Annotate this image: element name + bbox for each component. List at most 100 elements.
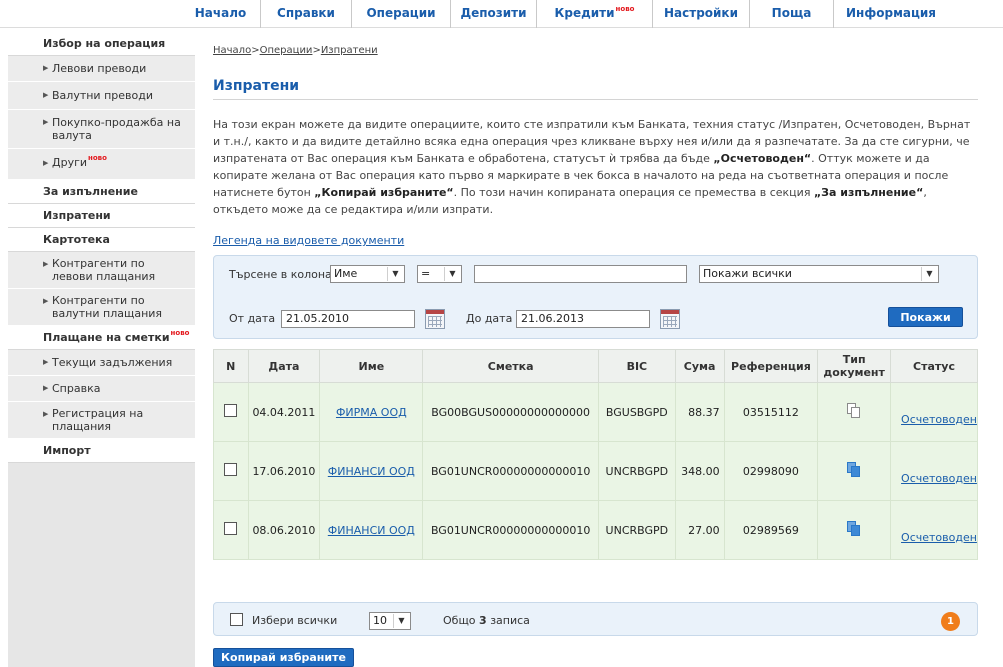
- row-account: BG01UNCR00000000000010: [422, 441, 599, 501]
- row-date: 04.04.2011: [247, 382, 321, 442]
- from-date-label: От дата: [229, 312, 276, 325]
- from-date-input[interactable]: 21.05.2010: [281, 310, 415, 328]
- row-account: BG00BGUS00000000000000: [422, 382, 599, 442]
- sidebar-item-for-execution[interactable]: За изпълнение: [8, 180, 195, 204]
- sidebar-item-currency-contractors[interactable]: ▶ Контрагенти по валутни плащания: [8, 289, 195, 326]
- operator-select[interactable]: = ▼: [417, 265, 462, 283]
- row-amount: 348.00: [674, 441, 725, 501]
- sidebar-item-buy-sell-currency[interactable]: ▶ Покупко-продажба на валута: [8, 110, 195, 149]
- breadcrumb-operations[interactable]: Операции: [260, 45, 313, 56]
- to-date-label: До дата: [466, 312, 513, 325]
- nav-home[interactable]: Начало: [181, 0, 261, 28]
- sidebar-item-bgn-transfers[interactable]: ▶ Левови преводи: [8, 56, 195, 82]
- sidebar-item-other[interactable]: ▶ Другиново: [8, 149, 195, 180]
- sidebar-item-report[interactable]: ▶ Справка: [8, 376, 195, 402]
- row-name-link[interactable]: ФИНАНСИ ООД: [328, 465, 415, 478]
- row-status-link[interactable]: Осчетоводен: [901, 531, 977, 544]
- chevron-down-icon: ▼: [444, 267, 460, 281]
- table-row[interactable]: 04.04.2011 ФИРМА ООД BG00BGUS00000000000…: [213, 382, 978, 442]
- table-row[interactable]: 08.06.2010 ФИНАНСИ ООД BG01UNCR000000000…: [213, 500, 978, 560]
- sidebar-item-currency-transfers[interactable]: ▶ Валутни преводи: [8, 82, 195, 110]
- filter-panel: Търсене в колона Име ▼ = ▼ Покажи всички ▼ …: [213, 255, 978, 339]
- select-all-label: Избери всички: [252, 614, 338, 627]
- nav-information[interactable]: Информация: [834, 0, 948, 28]
- column-header-document-type[interactable]: Тип документ: [817, 349, 892, 383]
- breadcrumb: Начало>Операции>Изпратени: [213, 45, 378, 56]
- row-checkbox[interactable]: [224, 463, 238, 476]
- row-reference: 03515112: [723, 382, 819, 442]
- nav-credits[interactable]: Кредитиново: [537, 0, 653, 28]
- table-row[interactable]: 17.06.2010 ФИНАНСИ ООД BG01UNCR000000000…: [213, 441, 978, 501]
- column-header-n[interactable]: N: [213, 349, 249, 383]
- row-reference: 02998090: [723, 441, 819, 501]
- breadcrumb-home[interactable]: Начало: [213, 45, 251, 56]
- new-badge: ново: [170, 329, 190, 337]
- column-header-date[interactable]: Дата: [247, 349, 321, 383]
- calendar-icon[interactable]: [660, 309, 680, 329]
- search-input[interactable]: [474, 265, 687, 283]
- sidebar: Избор на операция ▶ Левови преводи ▶ Валут…: [8, 32, 195, 667]
- row-checkbox[interactable]: [224, 522, 238, 535]
- new-badge: ново: [615, 5, 635, 13]
- document-blue-icon: [847, 461, 861, 478]
- select-all-checkbox[interactable]: [230, 613, 243, 626]
- row-status-link[interactable]: Осчетоводен: [901, 472, 977, 485]
- row-amount: 88.37: [674, 382, 725, 442]
- nav-reports[interactable]: Справки: [261, 0, 352, 28]
- column-header-name[interactable]: Име: [319, 349, 424, 383]
- sidebar-item-sent[interactable]: Изпратени: [8, 204, 195, 228]
- breadcrumb-sent[interactable]: Изпратени: [321, 45, 378, 56]
- column-header-bic[interactable]: BIC: [598, 349, 676, 383]
- arrow-right-icon: ▶: [43, 297, 49, 305]
- row-status-link[interactable]: Осчетоводен: [901, 413, 977, 426]
- page-number-badge[interactable]: 1: [941, 612, 960, 631]
- chevron-down-icon: ▼: [393, 614, 409, 628]
- sidebar-item-import[interactable]: Импорт: [8, 439, 195, 463]
- nav-deposits[interactable]: Депозити: [451, 0, 537, 28]
- page-description: На този екран можете да видите операциит…: [213, 118, 971, 216]
- sidebar-item-current-liabilities[interactable]: ▶ Текущи задължения: [8, 350, 195, 376]
- row-name-link[interactable]: ФИНАНСИ ООД: [328, 524, 415, 537]
- arrow-right-icon: ▶: [43, 410, 49, 418]
- show-select[interactable]: Покажи всички ▼: [699, 265, 939, 283]
- column-header-status[interactable]: Статус: [890, 349, 978, 383]
- column-select[interactable]: Име ▼: [330, 265, 405, 283]
- per-page-select[interactable]: 10 ▼: [369, 612, 411, 630]
- nav-settings[interactable]: Настройки: [653, 0, 750, 28]
- sidebar-heading-cards: Картотека: [8, 228, 195, 252]
- document-grey-icon: [847, 402, 861, 419]
- row-bic: UNCRBGPD: [598, 441, 676, 501]
- nav-mail[interactable]: Поща: [750, 0, 834, 28]
- arrow-right-icon: ▶: [43, 64, 49, 72]
- row-checkbox[interactable]: [224, 404, 238, 417]
- arrow-right-icon: ▶: [43, 260, 49, 268]
- sidebar-item-bgn-contractors[interactable]: ▶ Контрагенти по левови плащания: [8, 252, 195, 289]
- to-date-input[interactable]: 21.06.2013: [516, 310, 650, 328]
- row-date: 17.06.2010: [247, 441, 321, 501]
- documents-legend-link[interactable]: Легенда на видовете документи: [213, 234, 978, 247]
- operations-table: N Дата Име Сметка BIC Сума Референция Ти…: [213, 349, 978, 560]
- nav-operations[interactable]: Операции: [352, 0, 451, 28]
- column-header-reference[interactable]: Референция: [723, 349, 819, 383]
- main-content: Начало>Операции>Изпратени Изпратени На т…: [213, 32, 978, 667]
- copy-selected-button[interactable]: Копирай избраните: [213, 648, 354, 667]
- sidebar-item-payment-registration[interactable]: ▶ Регистрация на плащания: [8, 402, 195, 439]
- sidebar-heading-choose-operation: Избор на операция: [8, 32, 195, 56]
- row-reference: 02989569: [723, 500, 819, 560]
- column-header-account[interactable]: Сметка: [422, 349, 599, 383]
- calendar-icon[interactable]: [425, 309, 445, 329]
- search-column-label: Търсене в колона: [229, 268, 332, 281]
- column-header-amount[interactable]: Сума: [674, 349, 725, 383]
- total-records: Общо 3 записа: [443, 614, 530, 627]
- show-button[interactable]: Покажи: [888, 307, 963, 327]
- top-navigation: Начало Справки Операции Депозити Кредити…: [0, 0, 1003, 28]
- arrow-right-icon: ▶: [43, 118, 49, 126]
- row-amount: 27.00: [674, 500, 725, 560]
- row-name-link[interactable]: ФИРМА ООД: [336, 406, 407, 419]
- document-blue-icon: [847, 520, 861, 537]
- row-bic: BGUSBGPD: [598, 382, 676, 442]
- new-badge: ново: [88, 154, 107, 162]
- arrow-right-icon: ▶: [43, 91, 49, 99]
- sidebar-heading-bill-payment: Плащане на сметкиново: [8, 326, 195, 350]
- chevron-down-icon: ▼: [921, 267, 937, 281]
